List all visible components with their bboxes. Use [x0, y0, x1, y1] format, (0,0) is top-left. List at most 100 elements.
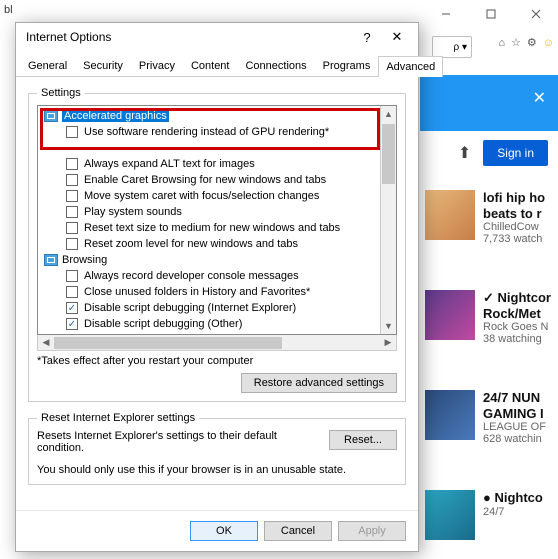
- video-info: 24/7 NUNGAMING ILEAGUE OF628 watchin: [483, 390, 554, 445]
- reset-warning: You should only use this if your browser…: [37, 464, 397, 476]
- video-thumbnail[interactable]: [425, 190, 475, 240]
- category-label: Browsing: [62, 254, 107, 266]
- checkbox[interactable]: [66, 222, 78, 234]
- tree-item[interactable]: Reset text size to medium for new window…: [38, 220, 380, 236]
- category-label: Accelerated graphics: [62, 110, 169, 122]
- dialog-help-button[interactable]: ?: [352, 30, 382, 45]
- close-button[interactable]: [513, 0, 558, 28]
- checkbox[interactable]: [66, 270, 78, 282]
- settings-legend: Settings: [37, 87, 85, 99]
- video-item[interactable]: lofi hip hobeats to rChilledCow7,733 wat…: [425, 190, 554, 245]
- minimize-button[interactable]: [423, 0, 468, 28]
- tab-programs[interactable]: Programs: [315, 55, 379, 76]
- reset-button[interactable]: Reset...: [329, 430, 397, 450]
- tree-item[interactable]: Use software rendering instead of GPU re…: [38, 124, 380, 140]
- item-label: Play system sounds: [84, 206, 182, 218]
- tree-item[interactable]: Always record developer console messages: [38, 268, 380, 284]
- apply-button[interactable]: Apply: [338, 521, 406, 541]
- scrollbar-thumb[interactable]: [54, 337, 282, 349]
- tree-item[interactable]: Move system caret with focus/selection c…: [38, 188, 380, 204]
- video-channel: LEAGUE OF: [483, 421, 554, 433]
- checkbox[interactable]: [66, 286, 78, 298]
- checkbox[interactable]: [66, 238, 78, 250]
- tree-item[interactable]: Play system sounds: [38, 204, 380, 220]
- restore-advanced-button[interactable]: Restore advanced settings: [241, 373, 397, 393]
- ok-button[interactable]: OK: [190, 521, 258, 541]
- video-title: 24/7 NUN: [483, 390, 554, 406]
- smiley-icon[interactable]: ☺: [543, 37, 554, 49]
- video-title: beats to r: [483, 206, 554, 222]
- checkbox[interactable]: [66, 174, 78, 186]
- video-stats: 7,733 watch: [483, 233, 554, 245]
- checkbox[interactable]: [66, 206, 78, 218]
- checkbox[interactable]: [66, 190, 78, 202]
- settings-group: Settings Accelerated graphics Use softwar…: [28, 87, 406, 402]
- reset-description: Resets Internet Explorer's settings to t…: [37, 430, 321, 454]
- parent-window-title: bl: [0, 4, 408, 20]
- video-channel: Rock Goes N: [483, 321, 554, 333]
- tab-advanced[interactable]: Advanced: [378, 56, 443, 77]
- settings-tree[interactable]: Accelerated graphics Use software renderi…: [37, 105, 397, 335]
- scrollbar-up-icon[interactable]: ▲: [381, 106, 396, 122]
- category-icon: [44, 254, 58, 266]
- tree-item[interactable]: Always expand ALT text for images: [38, 156, 380, 172]
- tree-item[interactable]: Reset zoom level for new windows and tab…: [38, 236, 380, 252]
- tree-item[interactable]: Close unused folders in History and Favo…: [38, 284, 380, 300]
- tab-connections[interactable]: Connections: [237, 55, 314, 76]
- scrollbar-thumb[interactable]: [382, 124, 395, 184]
- tab-content[interactable]: Content: [183, 55, 238, 76]
- restart-note: *Takes effect after you restart your com…: [37, 355, 397, 367]
- tab-privacy[interactable]: Privacy: [131, 55, 183, 76]
- item-label: Close unused folders in History and Favo…: [84, 286, 310, 298]
- item-label: Move system caret with focus/selection c…: [84, 190, 319, 202]
- video-item[interactable]: 24/7 NUNGAMING ILEAGUE OF628 watchin: [425, 390, 554, 445]
- dialog-title: Internet Options: [26, 30, 352, 44]
- item-label: Use software rendering instead of GPU re…: [84, 126, 329, 138]
- banner-close-icon[interactable]: ✕: [533, 88, 546, 108]
- item-label: Reset text size to medium for new window…: [84, 222, 340, 234]
- video-info: ● Nightco24/7: [483, 490, 554, 540]
- video-info: lofi hip hobeats to rChilledCow7,733 wat…: [483, 190, 554, 245]
- dialog-tabs: GeneralSecurityPrivacyContentConnections…: [16, 51, 418, 77]
- internet-options-dialog: Internet Options ? ✕ GeneralSecurityPriv…: [15, 22, 419, 552]
- checkbox[interactable]: ✓: [66, 302, 78, 314]
- gear-icon[interactable]: ⚙: [527, 36, 537, 49]
- upload-icon[interactable]: ⬆: [458, 143, 471, 163]
- video-channel: 24/7: [483, 506, 554, 518]
- tab-general[interactable]: General: [20, 55, 75, 76]
- item-label: Reset zoom level for new windows and tab…: [84, 238, 298, 250]
- scrollbar-right-icon[interactable]: ▶: [380, 337, 396, 348]
- checkbox[interactable]: [66, 158, 78, 170]
- cancel-button[interactable]: Cancel: [264, 521, 332, 541]
- category-icon: [44, 110, 58, 122]
- maximize-button[interactable]: [468, 0, 513, 28]
- checkbox[interactable]: [66, 126, 78, 138]
- tree-item[interactable]: ✓Disable script debugging (Other): [38, 316, 380, 332]
- tree-category[interactable]: Browsing: [38, 252, 380, 268]
- video-item[interactable]: ● Nightco24/7: [425, 490, 554, 540]
- vertical-scrollbar[interactable]: ▲ ▼: [380, 106, 396, 334]
- video-stats: 38 watching: [483, 333, 554, 345]
- tree-category[interactable]: Accelerated graphics: [38, 108, 380, 124]
- video-stats: 628 watchin: [483, 433, 554, 445]
- video-info: ✓ NightcorRock/MetRock Goes N38 watching: [483, 290, 554, 345]
- parent-title-buttons: [423, 0, 558, 28]
- video-item[interactable]: ✓ NightcorRock/MetRock Goes N38 watching: [425, 290, 554, 345]
- scrollbar-down-icon[interactable]: ▼: [381, 318, 396, 334]
- reset-group: Reset Internet Explorer settings Resets …: [28, 412, 406, 485]
- video-thumbnail[interactable]: [425, 490, 475, 540]
- video-thumbnail[interactable]: [425, 390, 475, 440]
- home-icon[interactable]: ⌂: [498, 37, 505, 49]
- tab-security[interactable]: Security: [75, 55, 131, 76]
- tree-item[interactable]: Enable Caret Browsing for new windows an…: [38, 172, 380, 188]
- tree-item[interactable]: ✓Disable script debugging (Internet Expl…: [38, 300, 380, 316]
- sign-in-button[interactable]: Sign in: [483, 140, 548, 166]
- video-title: GAMING I: [483, 406, 554, 422]
- dialog-close-button[interactable]: ✕: [382, 29, 412, 45]
- search-box[interactable]: ρ ▾: [432, 36, 472, 58]
- horizontal-scrollbar[interactable]: ◀ ▶: [37, 335, 397, 351]
- video-thumbnail[interactable]: [425, 290, 475, 340]
- scrollbar-left-icon[interactable]: ◀: [38, 337, 54, 348]
- checkbox[interactable]: ✓: [66, 318, 78, 330]
- star-icon[interactable]: ☆: [511, 36, 521, 49]
